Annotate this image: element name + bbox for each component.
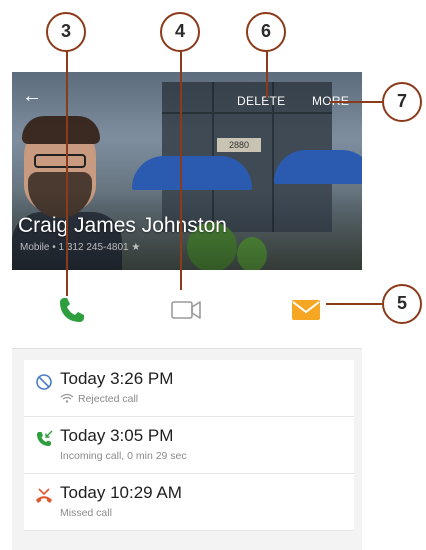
contact-photo: 2880 ← DELETE MORE Craig James Johnston …	[12, 72, 362, 270]
call-time: Today 3:05 PM	[60, 426, 174, 445]
callout-5-leader	[326, 303, 382, 305]
call-log-row[interactable]: Today 3:05 PM Incoming call, 0 min 29 se…	[24, 417, 354, 474]
call-time: Today 10:29 AM	[60, 483, 182, 502]
action-bar	[12, 270, 362, 349]
delete-button[interactable]: DELETE	[237, 94, 285, 108]
contact-screen: 2880 ← DELETE MORE Craig James Johnston …	[12, 72, 362, 550]
incoming-call-icon	[34, 429, 54, 449]
callout-7: 7	[382, 82, 422, 122]
call-time: Today 3:26 PM	[60, 369, 174, 388]
wifi-icon	[60, 393, 74, 403]
callout-3: 3	[46, 12, 86, 52]
contact-name: Craig James Johnston	[18, 214, 227, 237]
callout-3-leader	[66, 50, 68, 296]
callout-6-leader	[266, 50, 268, 98]
call-description: Incoming call, 0 min 29 sec	[60, 450, 187, 462]
call-log-row[interactable]: Today 3:26 PM Rejected call	[24, 360, 354, 417]
video-call-icon[interactable]	[168, 292, 204, 328]
message-envelope-icon[interactable]	[288, 292, 324, 328]
call-log-row[interactable]: Today 10:29 AM Missed call	[24, 474, 354, 531]
call-description: Missed call	[60, 507, 112, 519]
call-description-text: Rejected call	[78, 393, 139, 405]
callout-4-leader	[180, 50, 182, 290]
callout-6: 6	[246, 12, 286, 52]
missed-call-icon	[34, 486, 54, 506]
back-arrow-icon[interactable]: ←	[22, 86, 42, 106]
callout-4: 4	[160, 12, 200, 52]
call-log-list: Today 3:26 PM Rejected call Today 3:05 P…	[24, 360, 354, 531]
photo-overlay	[12, 72, 362, 270]
phone-icon[interactable]	[54, 292, 90, 328]
call-description: Rejected call	[60, 393, 138, 405]
contact-number: Mobile • 1 312 245-4801 ★	[20, 242, 141, 253]
callout-7-leader	[330, 101, 382, 103]
blocked-icon	[34, 372, 54, 392]
callout-5: 5	[382, 284, 422, 324]
